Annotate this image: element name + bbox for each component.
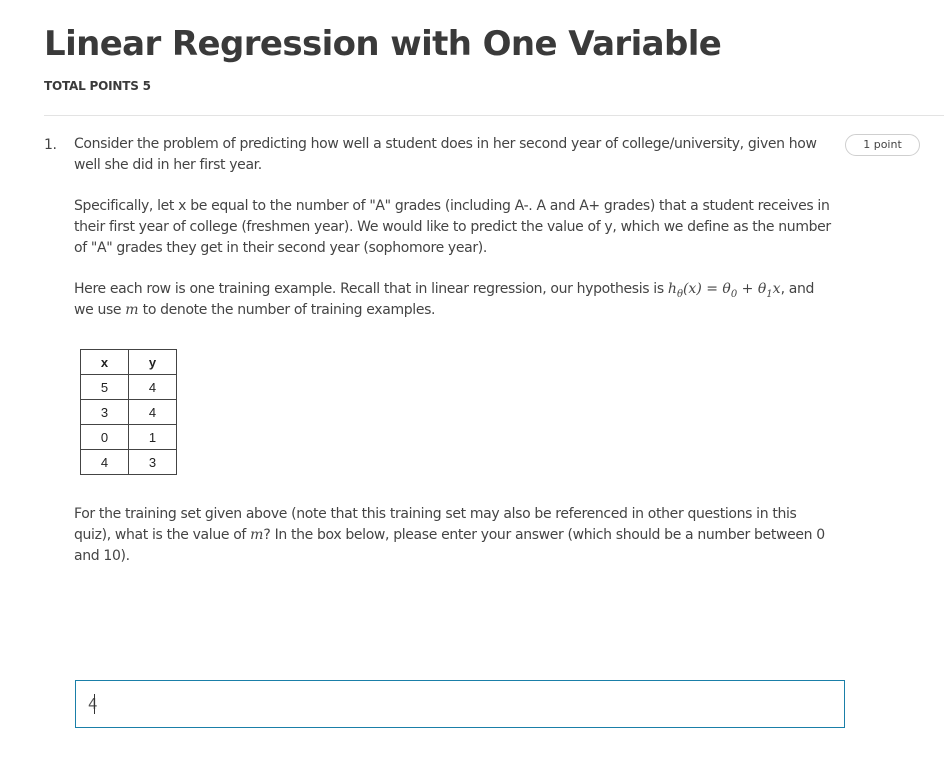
question-intro: Consider the problem of predicting how w… (74, 136, 817, 173)
points-badge: 1 point (845, 134, 920, 156)
header-divider (44, 115, 944, 116)
table-cell-y: 4 (128, 399, 177, 425)
table-row: 5 4 (80, 374, 177, 400)
answer-input[interactable] (75, 680, 845, 728)
hypothesis-paragraph: Here each row is one training example. R… (74, 279, 836, 321)
table-cell-x: 3 (80, 399, 129, 425)
table-header-x: x (80, 349, 129, 375)
question-prompt: For the training set given above (note t… (74, 504, 836, 567)
table-cell-x: 5 (80, 374, 129, 400)
table-row: 4 3 (80, 449, 177, 475)
table-cell-x: 4 (80, 449, 129, 475)
m-variable: m (250, 527, 264, 543)
hypothesis-text-before: Here each row is one training example. R… (74, 281, 668, 297)
total-points-label: TOTAL POINTS 5 (44, 79, 151, 93)
table-header-row: x y (80, 349, 177, 375)
table-cell-y: 3 (128, 449, 177, 475)
m-variable: m (125, 302, 139, 318)
table-row: 0 1 (80, 424, 177, 450)
table-header-y: y (128, 349, 177, 375)
question-specifics: Specifically, let x be equal to the numb… (74, 198, 831, 256)
m-definition-text: to denote the number of training example… (138, 302, 436, 318)
quiz-title: Linear Regression with One Variable (44, 24, 722, 64)
text-cursor (94, 694, 95, 714)
hypothesis-formula: hθ(x) = θ0 + θ1x (667, 281, 781, 300)
table-cell-x: 0 (80, 424, 129, 450)
training-set-table: x y 5 4 3 4 0 1 4 3 (80, 349, 177, 475)
table-row: 3 4 (80, 399, 177, 425)
table-cell-y: 4 (128, 374, 177, 400)
question-number: 1. (44, 137, 57, 153)
table-cell-y: 1 (128, 424, 177, 450)
